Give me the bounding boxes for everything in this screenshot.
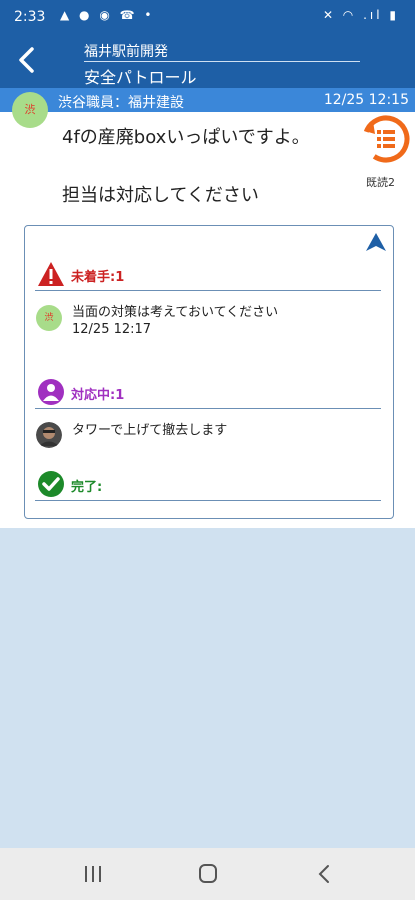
in-progress-label[interactable]: 対応中:1 (71, 384, 124, 403)
post-message: 4fの産廃boxいっぱいですよ。 担当は対応してください (62, 124, 310, 210)
check-circle-icon (38, 471, 64, 497)
unstarted-item-text: 当面の対策は考えておいてください (72, 305, 279, 320)
project-name: 福井駅前開発 (84, 44, 168, 60)
status-time: 2:33 (14, 9, 46, 25)
in-progress-divider (35, 408, 381, 409)
reply-list-icon[interactable] (360, 113, 412, 165)
read-count: 既読2 (366, 176, 395, 189)
app-header: 福井駅前開発 安全パトロール (0, 34, 415, 88)
person-icon (38, 379, 64, 405)
unstarted-item[interactable]: 当面の対策は考えておいてください 12/25 12:17 (72, 304, 278, 338)
poster-avatar: 渋 (12, 92, 48, 128)
notification-icons: ▲ ● ◉ ☎ • (60, 8, 155, 22)
header-divider (84, 61, 360, 62)
recent-apps-icon[interactable] (77, 862, 109, 886)
post-meta-bar: 渋谷職員：福井建設 12/25 12:15 (0, 88, 415, 112)
status-bar: 2:33 ▲ ● ◉ ☎ • ✕ ◠ .ıl ▮ (0, 0, 415, 34)
unstarted-item-time: 12/25 12:17 (72, 322, 152, 337)
done-divider (35, 500, 381, 501)
message-line-1: 4fの産廃boxいっぱいですよ。 (62, 127, 310, 148)
unstarted-item-avatar: 渋 (36, 305, 62, 331)
message-line-2: 担当は対応してください (62, 185, 259, 206)
unstarted-label[interactable]: 未着手:1 (71, 266, 124, 285)
post-card: 渋谷職員：福井建設 12/25 12:15 渋 4fの産廃boxいっぱいですよ。… (0, 88, 415, 528)
status-panel: 未着手:1 渋 当面の対策は考えておいてください 12/25 12:17 対応中… (24, 225, 394, 519)
system-nav-bar (0, 848, 415, 900)
warning-icon (38, 262, 64, 286)
user-avatar (36, 422, 62, 448)
in-progress-item-text[interactable]: タワーで上げて撤去します (72, 422, 227, 439)
home-icon[interactable] (192, 862, 224, 886)
unstarted-divider (35, 290, 381, 291)
back-icon[interactable] (308, 862, 340, 886)
back-arrow-icon[interactable] (14, 44, 40, 76)
system-icons: ✕ ◠ .ıl ▮ (322, 8, 399, 22)
collapse-triangle-icon[interactable] (365, 232, 387, 252)
done-label[interactable]: 完了: (71, 476, 102, 495)
poster-name: 渋谷職員：福井建設 (58, 95, 184, 111)
post-timestamp: 12/25 12:15 (323, 92, 409, 108)
page-title: 安全パトロール (84, 68, 197, 87)
